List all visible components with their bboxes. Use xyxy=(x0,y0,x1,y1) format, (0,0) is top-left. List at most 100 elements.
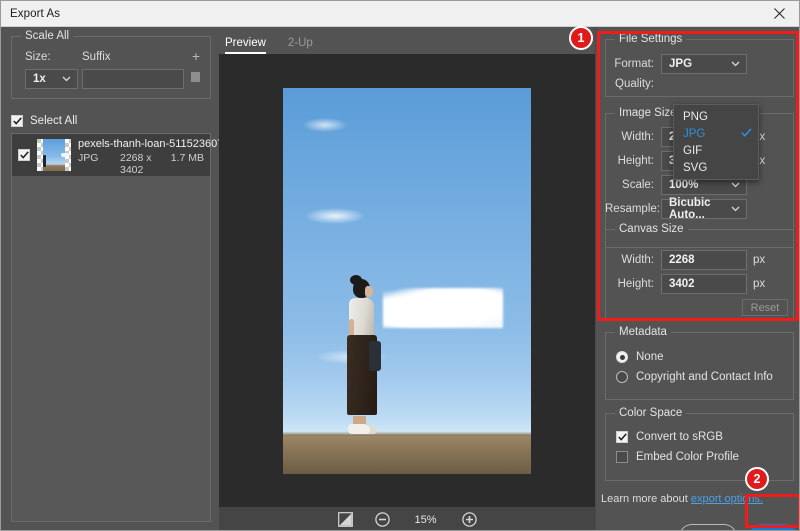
canvas-size-legend: Canvas Size xyxy=(615,223,688,235)
metadata-option-copyright[interactable]: Copyright and Contact Info xyxy=(616,371,773,383)
suffix-label: Suffix xyxy=(82,51,111,63)
format-dropdown-menu[interactable]: PNG JPG GIF SVG xyxy=(673,104,759,180)
check-icon xyxy=(741,127,752,140)
scale-all-legend: Scale All xyxy=(21,30,74,42)
cancel-button[interactable]: Cancel xyxy=(679,524,737,530)
format-option-jpg[interactable]: JPG xyxy=(674,125,758,142)
select-all-label: Select All xyxy=(30,115,78,127)
list-item[interactable]: pexels-thanh-loan-511523607-... JPG 2268… xyxy=(12,134,236,176)
file-settings-legend: File Settings xyxy=(615,33,687,45)
file-list[interactable]: pexels-thanh-loan-511523607-... JPG 2268… xyxy=(11,133,236,522)
canvas-width-value: 2268 xyxy=(669,254,695,266)
canvas-width-input[interactable]: 2268 xyxy=(661,250,747,270)
embed-profile-checkbox[interactable] xyxy=(616,451,628,463)
canvas-height-input[interactable]: 3402 xyxy=(661,274,747,294)
resample-label: Resample: xyxy=(605,203,660,215)
resample-select[interactable]: Bicubic Auto... xyxy=(661,197,747,221)
zoom-out-icon[interactable] xyxy=(374,512,390,527)
tab-2up[interactable]: 2-Up xyxy=(288,37,313,54)
image-height-label: Height: xyxy=(617,155,654,167)
reset-button[interactable]: Reset xyxy=(742,299,788,316)
canvas-height-row: Height: 3402 px xyxy=(605,274,765,294)
export-options-link[interactable]: export options. xyxy=(691,493,763,505)
preview-stage[interactable] xyxy=(219,54,595,507)
metadata-copyright-label: Copyright and Contact Info xyxy=(636,371,773,383)
select-all-row[interactable]: Select All xyxy=(11,111,211,131)
file-thumbnail xyxy=(37,139,71,171)
color-space-option-embed[interactable]: Embed Color Profile xyxy=(616,451,739,463)
radio-copyright[interactable] xyxy=(616,371,628,383)
person-figure xyxy=(339,274,385,434)
export-as-dialog: Export As Scale All Size: Suffix + 1x Se… xyxy=(0,0,800,531)
chevron-down-icon xyxy=(731,203,740,215)
close-icon[interactable] xyxy=(757,1,799,26)
chevron-down-icon xyxy=(731,58,740,70)
metadata-legend: Metadata xyxy=(615,326,671,338)
metadata-option-none[interactable]: None xyxy=(616,351,664,363)
format-option-svg[interactable]: SVG xyxy=(674,159,758,176)
cloud-decoration xyxy=(303,117,347,132)
size-label: Size: xyxy=(25,51,51,63)
quality-row: Quality: xyxy=(605,78,661,90)
tab-preview[interactable]: Preview xyxy=(225,37,266,54)
format-option-jpg-label: JPG xyxy=(683,127,706,140)
canvas-height-label: Height: xyxy=(617,278,654,290)
format-option-png[interactable]: PNG xyxy=(674,108,758,125)
format-option-png-label: PNG xyxy=(683,110,708,123)
window-title: Export As xyxy=(10,7,61,20)
file-type: JPG xyxy=(78,152,99,164)
annotation-badge-2: 2 xyxy=(745,467,769,491)
preview-tabs: Preview 2-Up xyxy=(219,27,595,54)
scale-all-group: Scale All Size: Suffix + 1x xyxy=(11,30,211,99)
image-size-legend: Image Size xyxy=(615,107,681,119)
canvas-width-unit: px xyxy=(753,254,766,266)
cloud-decoration xyxy=(383,287,503,328)
canvas-height-value: 3402 xyxy=(669,278,695,290)
zoom-in-icon[interactable] xyxy=(461,512,477,527)
learn-more-line: Learn more about export options. xyxy=(601,493,763,505)
file-meta: pexels-thanh-loan-511523607-... JPG 2268… xyxy=(78,134,236,176)
learn-more-text: Learn more about xyxy=(601,493,688,505)
suffix-input[interactable] xyxy=(82,69,184,89)
color-space-legend: Color Space xyxy=(615,407,687,419)
color-space-option-srgb[interactable]: Convert to sRGB xyxy=(616,431,723,443)
radio-none[interactable] xyxy=(616,351,628,363)
canvas-height-unit: px xyxy=(753,278,766,290)
canvas-width-label: Width: xyxy=(621,254,654,266)
add-size-icon[interactable]: + xyxy=(192,49,200,63)
format-option-gif-label: GIF xyxy=(683,144,703,157)
scale-select-value: 100% xyxy=(669,179,699,191)
format-select-value: JPG xyxy=(669,58,693,70)
split-view-icon[interactable] xyxy=(337,512,353,527)
embed-profile-label: Embed Color Profile xyxy=(636,451,739,463)
quality-label: Quality: xyxy=(615,78,654,90)
format-row: Format: JPG xyxy=(605,54,747,74)
export-button[interactable]: Export xyxy=(749,524,797,530)
annotation-badge-1: 1 xyxy=(569,26,593,50)
ground-decoration xyxy=(283,435,531,474)
scale-label: Scale: xyxy=(622,179,654,191)
format-option-gif[interactable]: GIF xyxy=(674,142,758,159)
file-size: 1.7 MB xyxy=(170,152,204,164)
preview-panel: Preview 2-Up 15% xyxy=(219,27,595,530)
file-dimensions: 2268 x 3402 xyxy=(120,152,152,176)
window-titlebar: Export As xyxy=(1,1,799,27)
chevron-down-icon xyxy=(62,73,71,85)
convert-srgb-checkbox[interactable] xyxy=(616,431,628,443)
settings-panel: File Settings Format: JPG Quality: Image… xyxy=(595,27,799,530)
canvas-width-row: Width: 2268 px xyxy=(605,250,765,270)
size-select-value: 1x xyxy=(33,73,46,85)
metadata-group: Metadata xyxy=(605,326,794,400)
dialog-body: Scale All Size: Suffix + 1x Select All p… xyxy=(1,27,799,530)
delete-size-icon[interactable] xyxy=(191,72,200,82)
preview-image xyxy=(283,87,531,474)
select-all-checkbox[interactable] xyxy=(11,115,23,127)
chevron-down-icon xyxy=(731,179,740,191)
format-select[interactable]: JPG xyxy=(661,54,747,74)
file-name: pexels-thanh-loan-511523607-... xyxy=(78,138,237,150)
image-width-label: Width: xyxy=(621,131,654,143)
size-select[interactable]: 1x xyxy=(25,69,78,89)
file-checkbox[interactable] xyxy=(18,149,30,161)
format-label: Format: xyxy=(614,58,654,70)
resample-row: Resample: Bicubic Auto... xyxy=(605,197,747,221)
